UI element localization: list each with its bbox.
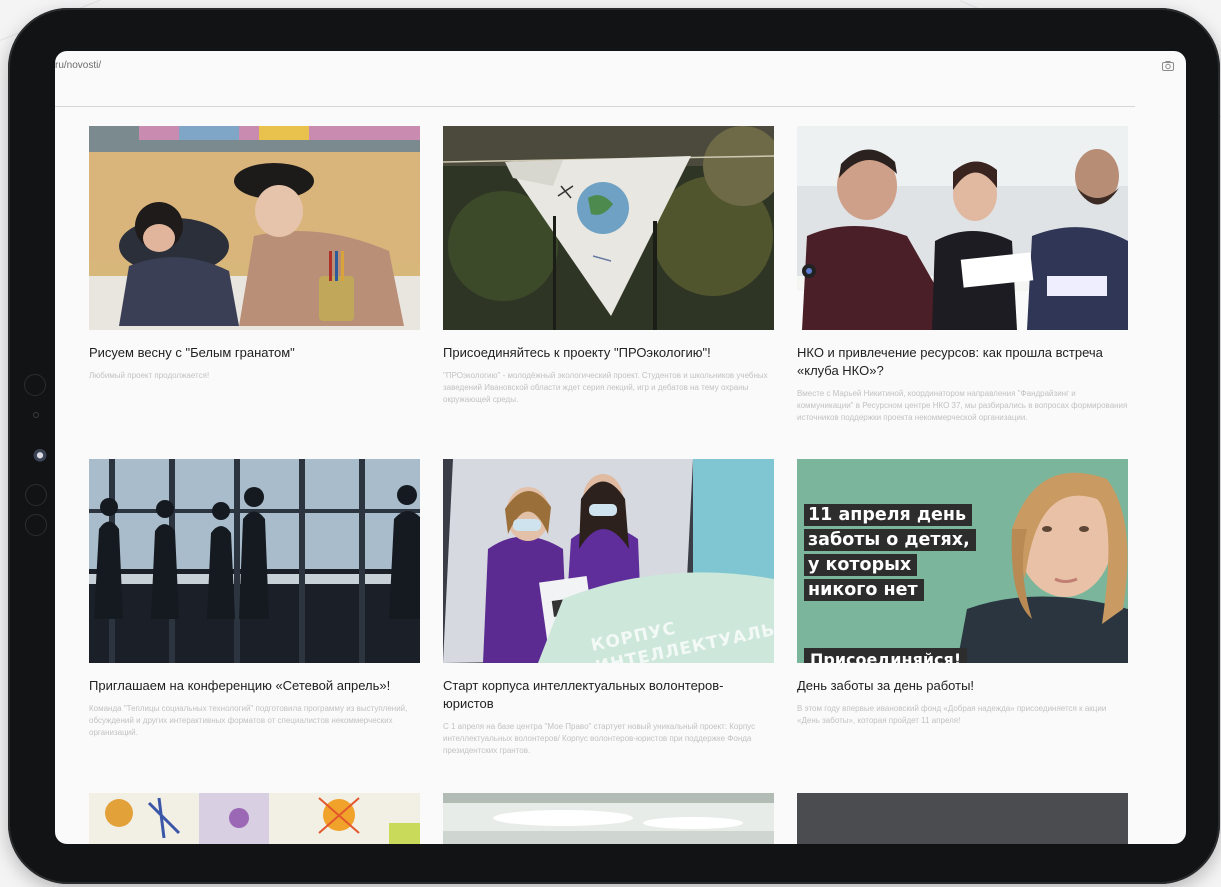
url-text[interactable]: ru/novosti/ bbox=[55, 60, 101, 71]
news-title[interactable]: Присоединяйтесь к проекту "ПРОэкологию"! bbox=[443, 344, 774, 362]
news-card[interactable]: НКО и привлечение ресурсов: как прошла в… bbox=[797, 126, 1128, 424]
image-text-line: никого нет bbox=[804, 579, 924, 601]
news-desc: Команда "Теплицы социальных технологий" … bbox=[89, 704, 408, 737]
news-card[interactable]: Рисуем весну с "Белым гранатом" Любимый … bbox=[89, 126, 420, 382]
news-card[interactable]: Приглашаем на конференцию «Сетевой апрел… bbox=[89, 459, 420, 739]
side-button bbox=[25, 484, 47, 506]
news-card[interactable] bbox=[89, 793, 420, 844]
news-card[interactable]: 11 апреля день заботы о детях, у которых… bbox=[797, 459, 1128, 727]
image-text-bottom: Присоединяйся! bbox=[804, 648, 968, 663]
news-desc: В этом году впервые ивановский фонд «Доб… bbox=[797, 704, 1107, 725]
news-card[interactable]: Присоединяйтесь к проекту "ПРОэкологию"!… bbox=[443, 126, 774, 406]
news-desc: С 1 апреля на базе центра "Мое Право" ст… bbox=[443, 722, 756, 755]
camera-icon[interactable] bbox=[1161, 59, 1175, 73]
news-image[interactable] bbox=[443, 126, 774, 330]
news-image[interactable] bbox=[89, 126, 420, 330]
news-title[interactable]: День заботы за день работы! bbox=[797, 677, 1128, 695]
news-image[interactable] bbox=[89, 793, 420, 844]
news-desc: Любимый проект продолжается! bbox=[89, 371, 210, 380]
news-card[interactable] bbox=[797, 793, 1128, 844]
topbar-divider bbox=[55, 106, 1135, 107]
image-text-line: заботы о детях, bbox=[804, 529, 976, 551]
news-image[interactable] bbox=[797, 793, 1128, 844]
image-text-line: 11 апреля день bbox=[804, 504, 973, 526]
news-desc: "ПРОэкологию" - молодёжный экологический… bbox=[443, 371, 768, 404]
browser-screen: ru/novosti/ Рисуем весну с "Белым гранат… bbox=[55, 51, 1186, 844]
news-card[interactable] bbox=[443, 793, 774, 844]
browser-topbar: ru/novosti/ bbox=[55, 51, 1186, 107]
side-button bbox=[24, 374, 46, 396]
news-image[interactable] bbox=[89, 459, 420, 663]
image-text: 11 апреля день заботы о детях, у которых… bbox=[804, 504, 976, 604]
news-image[interactable]: 11 апреля день заботы о детях, у которых… bbox=[797, 459, 1128, 663]
news-title[interactable]: НКО и привлечение ресурсов: как прошла в… bbox=[797, 344, 1128, 380]
news-image[interactable] bbox=[443, 793, 774, 844]
news-desc: Вместе с Марьей Никитиной, координатором… bbox=[797, 389, 1128, 422]
side-button bbox=[33, 412, 39, 418]
news-card[interactable]: КОРПУС ИНТЕЛЛЕКТУАЛЬНЫХ Старт корпуса ин… bbox=[443, 459, 774, 757]
news-image[interactable]: КОРПУС ИНТЕЛЛЕКТУАЛЬНЫХ bbox=[443, 459, 774, 663]
news-title[interactable]: Старт корпуса интеллектуальных волонтеро… bbox=[443, 677, 774, 713]
side-button bbox=[25, 514, 47, 536]
image-text-line: у которых bbox=[804, 554, 918, 576]
front-camera-icon bbox=[33, 449, 47, 463]
news-title[interactable]: Приглашаем на конференцию «Сетевой апрел… bbox=[89, 677, 420, 695]
news-title[interactable]: Рисуем весну с "Белым гранатом" bbox=[89, 344, 420, 362]
news-image[interactable] bbox=[797, 126, 1128, 330]
